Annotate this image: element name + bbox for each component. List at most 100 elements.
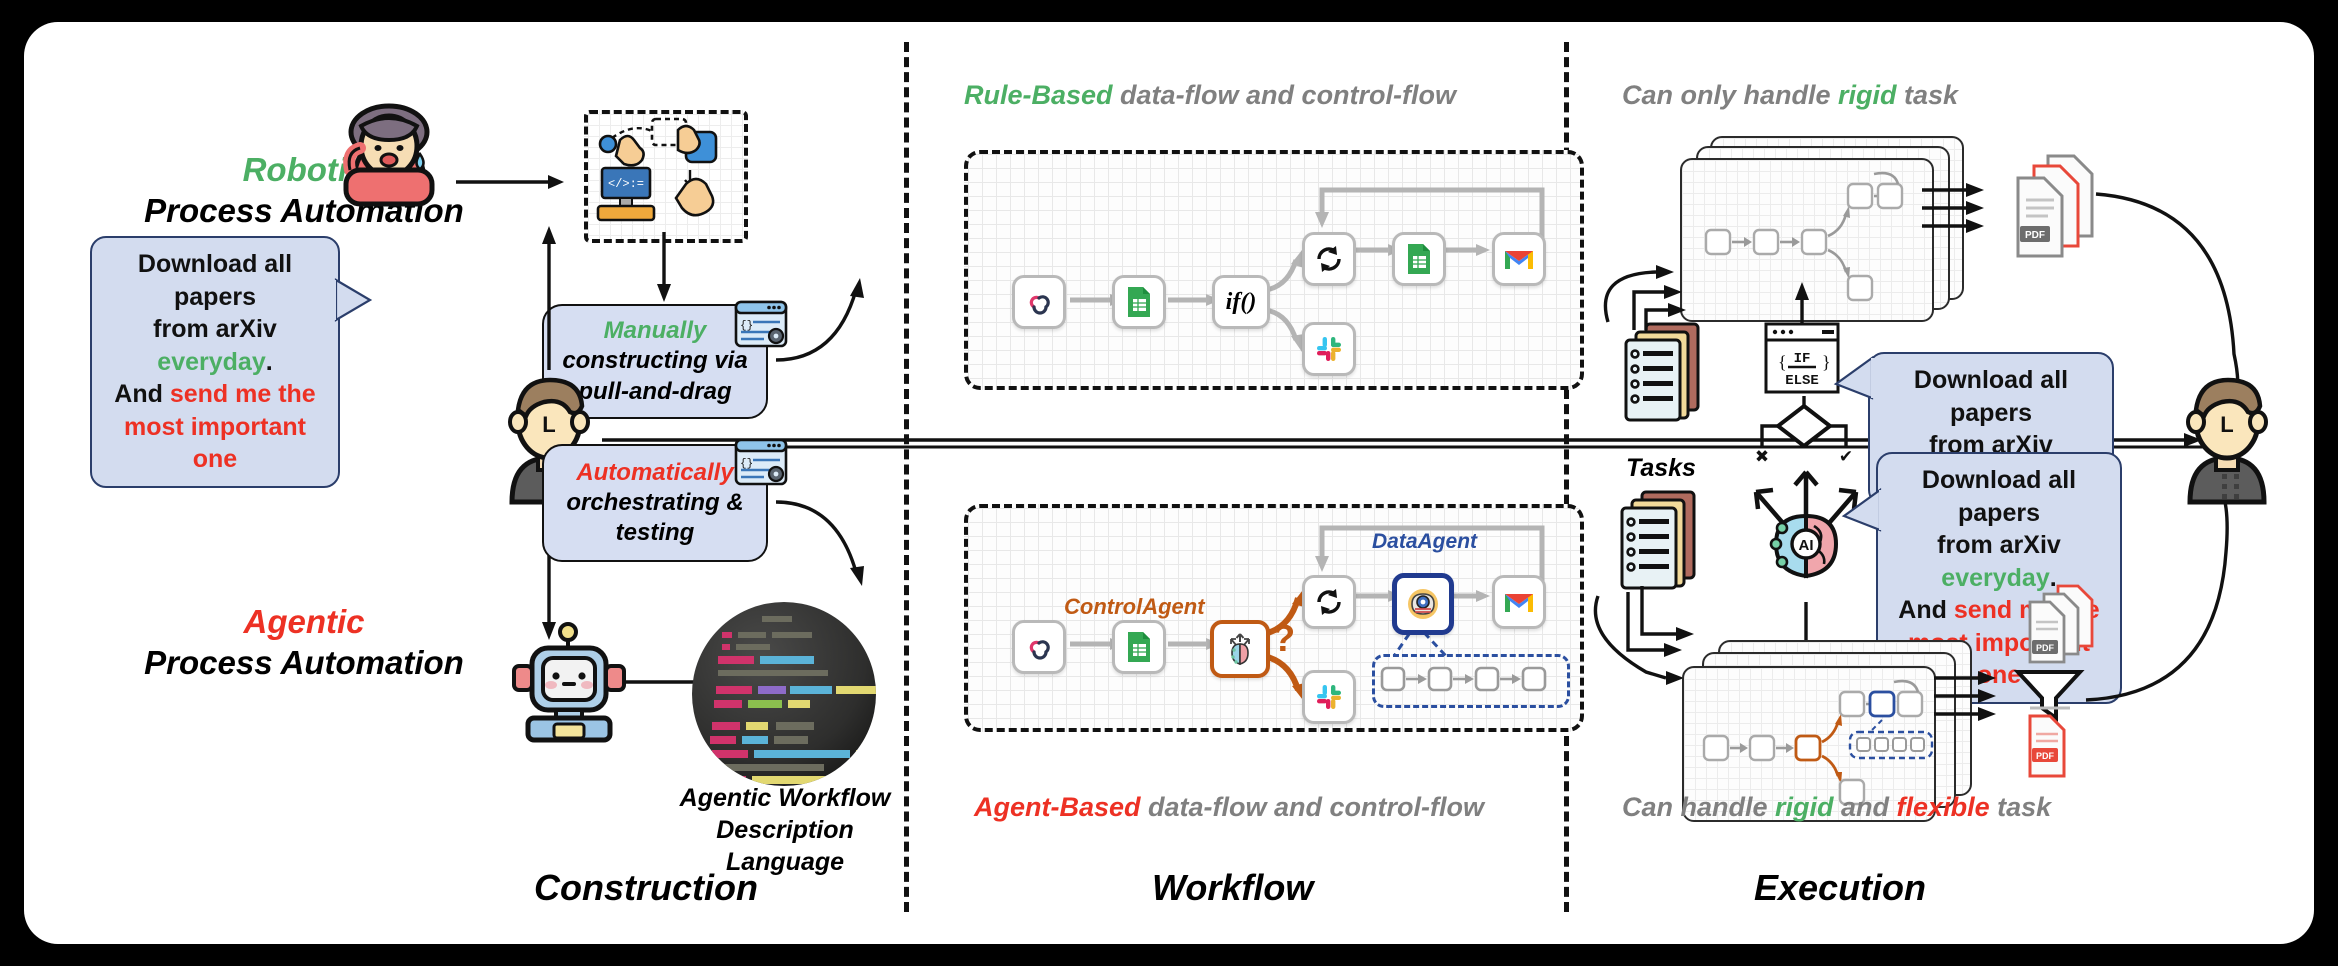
if-else-window-icon: { } IF ELSE [1764,322,1840,394]
user-request-bubble: Download all papers from arXiv everyday.… [90,236,340,488]
svg-text:L: L [2220,412,2233,437]
workflow-top-header-b: data-flow and control-flow [1112,80,1457,110]
pdf-label-multi: PDF [2036,643,2055,653]
rigid-bubble-line-1: Download all papers [1913,366,2069,427]
column-caption-execution: Execution [1754,867,1927,908]
control-agent-label: ControlAgent [1064,594,1205,619]
slack-node-top[interactable] [1302,322,1356,376]
pdf-stack-top-icon: PDF [2016,154,2094,258]
webhook-node[interactable] [1012,275,1066,329]
svg-text:{}: {} [740,458,753,470]
manual-line-1: Manually [603,317,707,345]
workflow-bottom-header-a: Agent-Based [974,792,1141,822]
if-else-line-1: IF [1794,351,1811,367]
request-line-2-tail: . [265,347,273,376]
loop-node-bottom[interactable] [1302,575,1356,629]
execution-top-header-a: Can only handle [1622,80,1839,110]
flex-bubble-line-2-plain: from arXiv [1937,531,2061,559]
figure-card: Robotic Process Automation Agentic Proce… [24,22,2314,944]
loop-icon [1317,589,1341,615]
tasks-documents-bottom-icon [1620,490,1696,590]
user-request-bubble-tail [330,278,373,322]
workflow-bottom-header: Agent-Based data-flow and control-flow [974,792,1484,823]
execution-bottom-header-d: flexible [1896,792,1990,822]
execution-bottom-header-e: task [1989,792,2052,822]
awdl-code-sphere-icon [692,602,876,786]
workflow-top-edges [1070,187,1545,352]
auto-line-3: testing [615,519,695,547]
sheets-node-top-2[interactable] [1392,232,1446,286]
sheets-node-bottom[interactable] [1112,620,1166,674]
data-agent-node[interactable] [1392,573,1454,635]
arrow-person-to-dragpanel [456,175,564,189]
request-line-2: from arXiv everyday. [106,313,324,378]
gmail-node-top[interactable] [1492,232,1546,286]
ai-label: AI [1799,537,1814,554]
loop-icon [1317,246,1341,272]
control-agent-node[interactable] [1210,620,1270,678]
execution-top-triple-arrow [1922,183,1984,233]
tasks-label: Tasks [1626,454,1696,482]
svg-text:{}: {} [740,320,753,332]
webhook-node-bottom[interactable] [1012,620,1066,674]
auto-line-1: Automatically [576,458,734,486]
user-avatar-right: L [2186,377,2268,505]
if-node-label: if() [1225,288,1257,315]
auto-line-2: orchestrating & [566,488,744,516]
execution-bottom-triple-arrow [1934,671,1996,721]
flex-bubble-line-1: Download all papers [1921,466,2077,527]
workflow-top-header-a: Rule-Based [964,80,1113,110]
gmail-node-bottom[interactable] [1492,575,1546,629]
request-line-2-green: everyday [157,347,266,376]
request-line-3-plain: And [114,380,170,408]
drag-gesture-icons: </>:= [596,117,718,222]
svg-text:L: L [542,412,555,437]
apa-title-rest: Process Automation [144,643,464,681]
apa-title: Agentic Process Automation [84,602,524,684]
slack-node-bottom[interactable] [1302,670,1356,724]
data-agent-subflow-steps [1380,666,1547,692]
request-line-3: And send me the [106,378,324,411]
arrow-dragpanel-to-manualbox [657,232,671,302]
svg-text:{: { [1778,352,1787,372]
workflow-bottom-header-b: data-flow and control-flow [1140,792,1485,822]
execution-bottom-header: Can handle rigid and flexible task [1622,792,2051,823]
execution-bottom-header-b: rigid [1775,792,1834,822]
control-agent-brain-icon [1230,633,1250,666]
column-caption-construction: Construction [534,867,758,908]
request-line-2-plain: from arXiv [153,315,277,343]
data-agent-label: DataAgent [1372,530,1478,553]
slack-icon [1317,685,1341,709]
execution-bottom-header-c: and [1833,792,1897,822]
gmail-icon [1505,251,1533,269]
if-else-line-2: ELSE [1785,373,1819,389]
execution-top-header-c: task [1896,80,1959,110]
workflow-top-header: Rule-Based data-flow and control-flow [964,80,1456,111]
code-window-icon-bottom: {} [734,438,788,486]
sheets-node-top[interactable] [1112,275,1166,329]
svg-text:}: } [1822,352,1831,372]
request-line-4: most important one [124,412,306,474]
gmail-icon [1505,594,1533,612]
google-sheets-icon [1128,632,1150,662]
slack-icon [1317,337,1341,361]
robot-icon [512,622,626,743]
request-line-3-red: send me the [169,380,316,408]
code-window-icon-top: {} [734,300,788,348]
pdf-label-single: PDF [2036,751,2055,761]
execution-rigid-bubble-tail [1833,355,1877,400]
tasks-to-stack-arrows-top [1603,265,1686,330]
execution-top-header-b: rigid [1838,80,1897,110]
apa-title-highlight: Agentic [243,603,365,640]
request-line-1: Download all papers [137,250,293,311]
column-caption-workflow: Workflow [1152,867,1314,908]
data-agent-brain-icon [1408,589,1438,619]
if-node-top[interactable]: if() [1212,275,1270,329]
loop-node-top[interactable] [1302,232,1356,286]
frustrated-person-icon [343,103,435,207]
flex-bubble-line-3-plain: And [1898,596,1954,624]
execution-top-header: Can only handle rigid task [1622,80,1958,111]
execution-flexible-bubble-tail [1841,487,1885,532]
google-sheets-icon [1128,287,1150,317]
webhook-icon [1029,295,1050,315]
